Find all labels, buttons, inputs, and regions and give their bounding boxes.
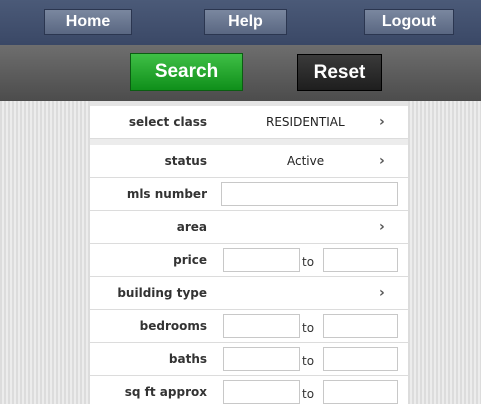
sq-ft-row: sq ft approx to [90,376,408,404]
reset-button[interactable]: Reset [297,54,382,91]
price-max-input[interactable] [323,248,398,272]
select-class-row[interactable]: select class RESIDENTIAL › [90,106,408,139]
search-form: select class RESIDENTIAL › status Active… [90,101,408,404]
baths-min-input[interactable] [223,347,300,371]
chevron-right-icon: › [379,153,385,169]
status-label: status [164,154,207,168]
right-side-background [408,101,481,404]
mls-number-label: mls number [126,187,207,201]
sq-ft-label: sq ft approx [124,385,207,399]
sq-ft-max-input[interactable] [323,380,398,404]
search-button[interactable]: Search [130,53,243,91]
help-button[interactable]: Help [204,9,287,35]
area-label: area [176,220,207,234]
price-label: price [173,253,207,267]
chevron-right-icon: › [379,285,385,301]
chevron-right-icon: › [379,114,385,130]
baths-label: baths [168,352,207,366]
sq-ft-min-input[interactable] [223,380,300,404]
bedrooms-max-input[interactable] [323,314,398,338]
price-row: price to [90,244,408,277]
bedrooms-to-label: to [302,321,315,335]
top-nav-bar: Home Help Logout [0,0,481,45]
mls-number-row: mls number [90,178,408,211]
status-value: Active [287,154,325,168]
price-to-label: to [302,255,315,269]
baths-row: baths to [90,343,408,376]
bedrooms-min-input[interactable] [223,314,300,338]
price-min-input[interactable] [223,248,300,272]
status-row[interactable]: status Active › [90,145,408,178]
sq-ft-to-label: to [302,387,315,401]
logout-button[interactable]: Logout [364,9,454,35]
building-type-row[interactable]: building type › [90,277,408,310]
select-class-value: RESIDENTIAL [266,115,345,129]
mls-number-input[interactable] [221,182,398,206]
left-side-background [0,101,90,404]
action-bar: Search Reset [0,45,481,101]
baths-to-label: to [302,354,315,368]
bedrooms-label: bedrooms [139,319,207,333]
area-row[interactable]: area › [90,211,408,244]
building-type-label: building type [117,286,207,300]
home-button[interactable]: Home [44,9,132,35]
baths-max-input[interactable] [323,347,398,371]
select-class-label: select class [128,115,207,129]
bedrooms-row: bedrooms to [90,310,408,343]
chevron-right-icon: › [379,219,385,235]
